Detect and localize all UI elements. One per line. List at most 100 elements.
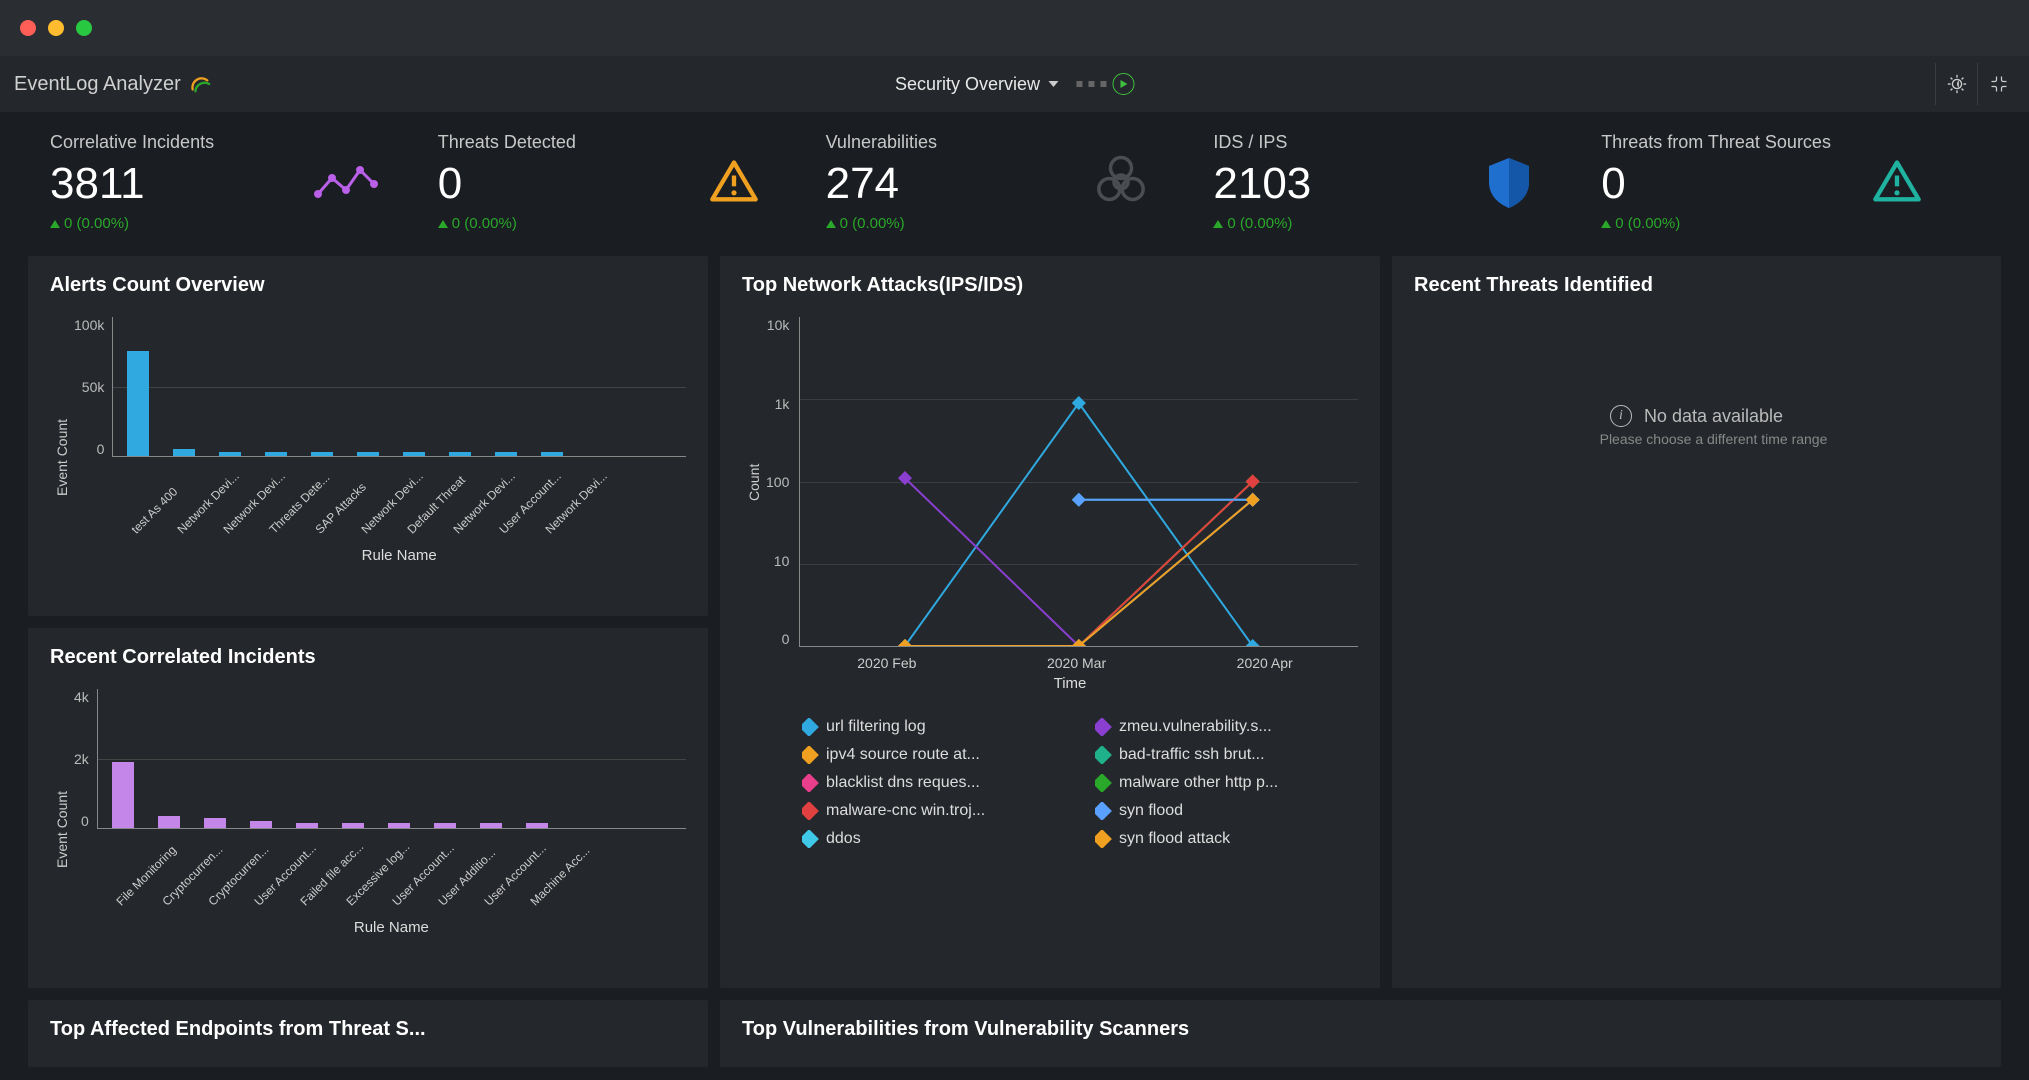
bar[interactable] (250, 821, 272, 828)
legend-label: bad-traffic ssh brut... (1119, 746, 1265, 764)
theme-toggle-button[interactable] (1935, 63, 1977, 105)
bar[interactable] (388, 823, 410, 828)
x-tick-label: 2020 Mar (1047, 655, 1106, 671)
legend-item[interactable]: syn flood attack (1095, 830, 1358, 848)
legend-label: malware other http p... (1119, 774, 1278, 792)
bar[interactable] (495, 452, 517, 456)
chevron-down-icon (1048, 81, 1058, 87)
play-button[interactable] (1112, 73, 1134, 95)
legend-item[interactable]: malware other http p... (1095, 774, 1358, 792)
kpi-value: 274 (826, 159, 937, 209)
up-arrow-icon (1213, 220, 1223, 228)
bar[interactable] (204, 818, 226, 829)
kpi-threat-sources[interactable]: Threats from Threat Sources 0 0 (0.00%) (1601, 132, 1989, 232)
x-tick-label: Default Threat (405, 511, 430, 536)
panel-top-vulnerabilities: Top Vulnerabilities from Vulnerability S… (720, 1000, 2001, 1067)
legend-marker-icon (1095, 774, 1112, 792)
bar[interactable] (526, 823, 548, 828)
legend-item[interactable]: bad-traffic ssh brut... (1095, 746, 1358, 764)
bar[interactable] (219, 452, 241, 456)
main-grid: Alerts Count Overview Event Count 100k50… (0, 256, 2029, 1067)
x-tick-label: Network Devi... (451, 511, 476, 536)
bar[interactable] (342, 823, 364, 828)
slide-dot (1100, 81, 1106, 87)
bar[interactable] (357, 452, 379, 456)
dashboard-selector[interactable]: Security Overview (895, 74, 1058, 95)
no-data-subtext: Please choose a different time range (1566, 431, 1828, 447)
bar[interactable] (158, 816, 180, 828)
panel-top-affected-endpoints: Top Affected Endpoints from Threat S... (28, 1000, 708, 1067)
slideshow-controls (1076, 73, 1134, 95)
kpi-label: IDS / IPS (1213, 132, 1311, 153)
legend-item[interactable]: ipv4 source route at... (802, 746, 1065, 764)
x-tick-label: User Account... (497, 511, 522, 536)
kpi-correlative-incidents[interactable]: Correlative Incidents 3811 0 (0.00%) (50, 132, 438, 232)
line-svg (800, 317, 1358, 646)
legend-label: ipv4 source route at... (826, 746, 980, 764)
panel-title: Recent Correlated Incidents (50, 646, 686, 669)
legend-label: ddos (826, 830, 861, 848)
kpi-label: Threats from Threat Sources (1601, 132, 1831, 153)
bar[interactable] (127, 351, 149, 456)
bars (97, 689, 686, 829)
panel-title: Recent Threats Identified (1414, 274, 1979, 297)
legend-label: syn flood (1119, 802, 1183, 820)
legend-marker-icon (802, 802, 819, 820)
kpi-threats-detected[interactable]: Threats Detected 0 0 (0.00%) (438, 132, 826, 232)
x-tick-label: SAP Attacks (313, 511, 338, 536)
kpi-vulnerabilities[interactable]: Vulnerabilities 274 0 (0.00%) (826, 132, 1214, 232)
x-tick-label: 2020 Feb (857, 655, 916, 671)
x-axis-title: Rule Name (112, 547, 686, 564)
y-ticks: 100k50k0 (74, 317, 112, 457)
kpi-label: Threats Detected (438, 132, 576, 153)
x-tick-label: Network Devi... (543, 511, 568, 536)
fullscreen-button[interactable] (1977, 63, 2019, 105)
bar[interactable] (541, 452, 563, 456)
bar[interactable] (265, 452, 287, 456)
kpi-delta: 0 (0.00%) (1213, 215, 1311, 232)
bar[interactable] (311, 452, 333, 456)
bar[interactable] (112, 762, 134, 829)
maximize-window-button[interactable] (76, 20, 92, 36)
close-window-button[interactable] (20, 20, 36, 36)
legend-marker-icon (802, 746, 819, 764)
bar[interactable] (403, 452, 425, 456)
legend-item[interactable]: url filtering log (802, 718, 1065, 736)
kpi-ids-ips[interactable]: IDS / IPS 2103 0 (0.00%) (1213, 132, 1601, 232)
legend-item[interactable]: malware-cnc win.troj... (802, 802, 1065, 820)
legend-item[interactable]: ddos (802, 830, 1065, 848)
x-tick-label: 2020 Apr (1237, 655, 1293, 671)
x-tick-label: User Account... (389, 883, 414, 908)
no-data-placeholder: i No data available Please choose a diff… (1414, 305, 1979, 970)
legend-marker-icon (1095, 802, 1112, 820)
panel-alerts-count: Alerts Count Overview Event Count 100k50… (28, 256, 708, 616)
no-data-text: No data available (1644, 406, 1783, 427)
network-linechart: Count 10k1k100100 2020 Feb2020 Mar2020 A… (742, 305, 1358, 970)
bar[interactable] (449, 452, 471, 456)
minimize-window-button[interactable] (48, 20, 64, 36)
theme-icon (1946, 73, 1968, 95)
x-labels: test As 400Network Devi...Network Devi..… (112, 461, 686, 475)
line-plot (799, 317, 1358, 647)
bar[interactable] (434, 823, 456, 828)
panel-title: Alerts Count Overview (50, 274, 686, 297)
kpi-value: 0 (1601, 159, 1831, 209)
bar[interactable] (173, 449, 195, 456)
brand-label: EventLog Analyzer (14, 73, 181, 96)
kpi-delta: 0 (0.00%) (826, 215, 937, 232)
kpi-label: Vulnerabilities (826, 132, 937, 153)
x-tick-label: Excessive log... (343, 883, 368, 908)
x-tick-label: Failed file acc... (297, 883, 322, 908)
x-tick-label: Machine Acc... (527, 883, 552, 908)
legend-label: syn flood attack (1119, 830, 1230, 848)
legend-item[interactable]: zmeu.vulnerability.s... (1095, 718, 1358, 736)
legend-item[interactable]: syn flood (1095, 802, 1358, 820)
bar[interactable] (480, 823, 502, 828)
bar[interactable] (296, 823, 318, 828)
legend-label: malware-cnc win.troj... (826, 802, 985, 820)
x-tick-label: Network Devi... (175, 511, 200, 536)
x-tick-label: Cryptocurren... (205, 883, 230, 908)
kpi-delta: 0 (0.00%) (1601, 215, 1831, 232)
x-tick-label: Network Devi... (221, 511, 246, 536)
legend-item[interactable]: blacklist dns reques... (802, 774, 1065, 792)
